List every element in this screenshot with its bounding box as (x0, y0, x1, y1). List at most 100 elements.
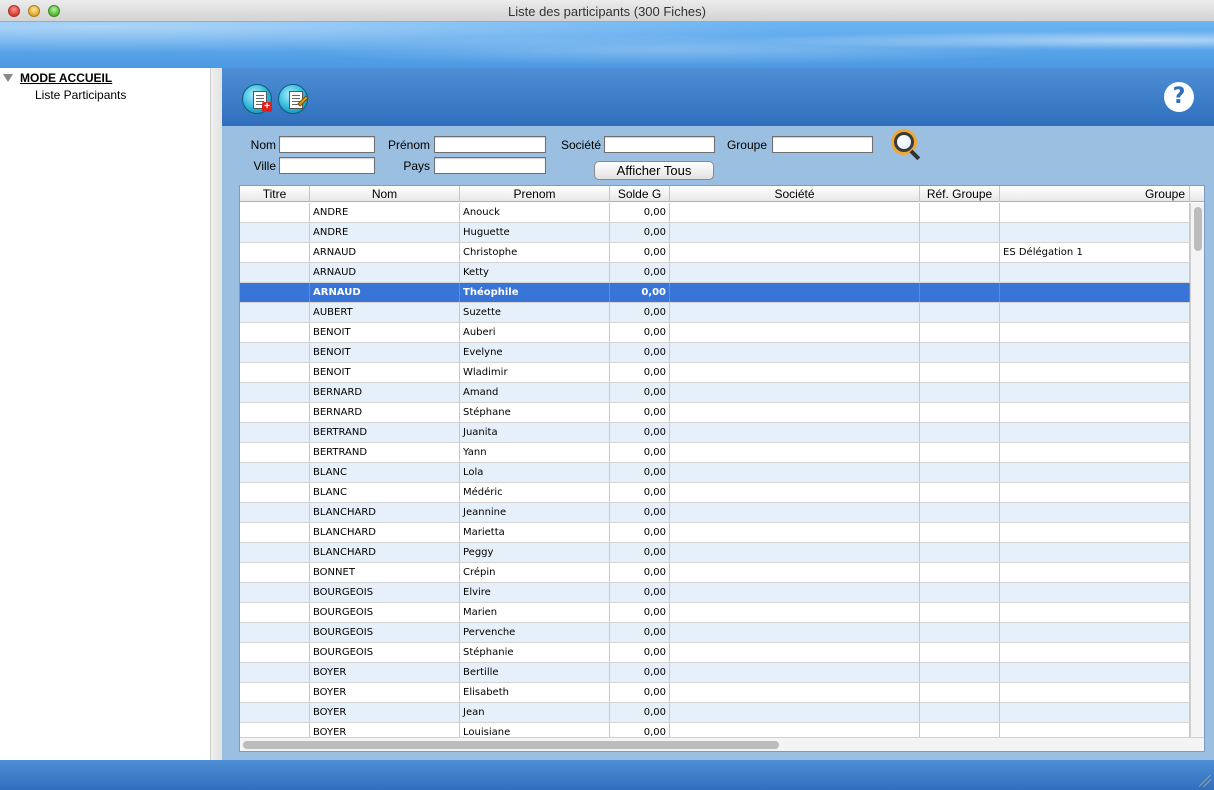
cell-nom: BENOIT (310, 343, 460, 362)
cell-societe (670, 523, 920, 542)
column-header-prenom[interactable]: Prenom (460, 186, 610, 202)
horizontal-scrollbar[interactable] (240, 737, 1204, 751)
cell-ref-groupe (920, 263, 1000, 282)
cell-societe (670, 383, 920, 402)
table-row[interactable]: AUBERT Suzette 0,00 (240, 303, 1190, 323)
cell-titre (240, 343, 310, 362)
cell-societe (670, 203, 920, 222)
vertical-scroll-thumb[interactable] (1194, 207, 1202, 251)
window-title: Liste des participants (300 Fiches) (508, 4, 706, 19)
cell-titre (240, 583, 310, 602)
search-button[interactable] (892, 130, 922, 161)
cell-prenom: Théophile (460, 283, 610, 302)
table-row[interactable]: BENOIT Wladimir 0,00 (240, 363, 1190, 383)
cell-nom: BERTRAND (310, 423, 460, 442)
table-row[interactable]: ANDRE Anouck 0,00 (240, 203, 1190, 223)
groupe-search-input[interactable] (772, 136, 873, 153)
cell-nom: BOURGEOIS (310, 643, 460, 662)
table-row[interactable]: BOURGEOIS Stéphanie 0,00 (240, 643, 1190, 663)
cell-ref-groupe (920, 663, 1000, 682)
cell-solde: 0,00 (610, 543, 670, 562)
cell-nom: BERTRAND (310, 443, 460, 462)
cell-ref-groupe (920, 643, 1000, 662)
table-row[interactable]: BLANCHARD Peggy 0,00 (240, 543, 1190, 563)
cell-solde: 0,00 (610, 663, 670, 682)
table-row[interactable]: BOURGEOIS Marien 0,00 (240, 603, 1190, 623)
societe-search-input[interactable] (604, 136, 715, 153)
sidebar-section-label: MODE ACCUEIL (20, 71, 113, 85)
table-row[interactable]: BENOIT Auberi 0,00 (240, 323, 1190, 343)
ville-label: Ville (253, 159, 276, 173)
table-row[interactable]: BOYER Jean 0,00 (240, 703, 1190, 723)
table-row[interactable]: BLANCHARD Marietta 0,00 (240, 523, 1190, 543)
cell-groupe (1000, 483, 1190, 502)
horizontal-scroll-thumb[interactable] (243, 741, 779, 749)
cell-nom: BLANCHARD (310, 503, 460, 522)
edit-participant-button[interactable] (278, 84, 309, 114)
cell-prenom: Suzette (460, 303, 610, 322)
column-header-solde[interactable]: Solde G (610, 186, 670, 202)
cell-groupe (1000, 603, 1190, 622)
column-header-nom[interactable]: Nom (310, 186, 460, 202)
cell-prenom: Stéphanie (460, 643, 610, 662)
table-row[interactable]: BOURGEOIS Elvire 0,00 (240, 583, 1190, 603)
ville-search-input[interactable] (279, 157, 375, 174)
show-all-button[interactable]: Afficher Tous (594, 161, 714, 180)
sidebar-item-liste-participants[interactable]: Liste Participants (35, 88, 126, 102)
cell-societe (670, 663, 920, 682)
cell-nom: BLANC (310, 483, 460, 502)
column-header-ref-groupe[interactable]: Réf. Groupe (920, 186, 1000, 202)
table-row[interactable]: BOYER Elisabeth 0,00 (240, 683, 1190, 703)
pays-search-input[interactable] (434, 157, 546, 174)
cell-nom: BOYER (310, 703, 460, 722)
disclosure-triangle-icon[interactable] (3, 74, 13, 82)
cell-titre (240, 663, 310, 682)
table-row[interactable]: BOYER Bertille 0,00 (240, 663, 1190, 683)
table-row[interactable]: BLANCHARD Jeannine 0,00 (240, 503, 1190, 523)
cell-ref-groupe (920, 243, 1000, 262)
table-row[interactable]: ARNAUD Théophile 0,00 (240, 283, 1190, 303)
status-bar (0, 760, 1214, 790)
cell-solde: 0,00 (610, 583, 670, 602)
table-row[interactable]: BENOIT Evelyne 0,00 (240, 343, 1190, 363)
cell-prenom: Louisiane (460, 723, 610, 737)
nom-search-input[interactable] (279, 136, 375, 153)
cell-prenom: Peggy (460, 543, 610, 562)
table-row[interactable]: BONNET Crépin 0,00 (240, 563, 1190, 583)
cell-prenom: Christophe (460, 243, 610, 262)
groupe-label: Groupe (726, 138, 767, 152)
cell-prenom: Marietta (460, 523, 610, 542)
table-row[interactable]: BERNARD Amand 0,00 (240, 383, 1190, 403)
cell-titre (240, 243, 310, 262)
table-row[interactable]: BERTRAND Juanita 0,00 (240, 423, 1190, 443)
cell-prenom: Wladimir (460, 363, 610, 382)
cell-prenom: Huguette (460, 223, 610, 242)
column-header-societe[interactable]: Société (670, 186, 920, 202)
cell-titre (240, 263, 310, 282)
sidebar-section-mode-accueil[interactable]: MODE ACCUEIL (3, 70, 112, 86)
table-row[interactable]: BLANC Lola 0,00 (240, 463, 1190, 483)
cell-prenom: Crépin (460, 563, 610, 582)
column-header-groupe[interactable]: Groupe (1000, 186, 1190, 202)
sidebar-splitter[interactable] (210, 68, 222, 760)
cell-prenom: Médéric (460, 483, 610, 502)
resize-grip-icon[interactable] (1199, 775, 1211, 787)
cell-societe (670, 543, 920, 562)
table-row[interactable]: BERTRAND Yann 0,00 (240, 443, 1190, 463)
prenom-search-input[interactable] (434, 136, 546, 153)
table-row[interactable]: BLANC Médéric 0,00 (240, 483, 1190, 503)
table-row[interactable]: BOYER Louisiane 0,00 (240, 723, 1190, 737)
table-row[interactable]: ARNAUD Ketty 0,00 (240, 263, 1190, 283)
add-participant-button[interactable]: + (242, 84, 272, 114)
cell-ref-groupe (920, 563, 1000, 582)
cell-nom: BOYER (310, 663, 460, 682)
help-button[interactable]: ? (1164, 82, 1194, 112)
table-row[interactable]: ANDRE Huguette 0,00 (240, 223, 1190, 243)
table-row[interactable]: BERNARD Stéphane 0,00 (240, 403, 1190, 423)
column-header-titre[interactable]: Titre (240, 186, 310, 202)
cell-solde: 0,00 (610, 283, 670, 302)
table-row[interactable]: BOURGEOIS Pervenche 0,00 (240, 623, 1190, 643)
table-row[interactable]: ARNAUD Christophe 0,00 ES Délégation 1 (240, 243, 1190, 263)
vertical-scrollbar[interactable] (1190, 203, 1204, 737)
cell-ref-groupe (920, 343, 1000, 362)
